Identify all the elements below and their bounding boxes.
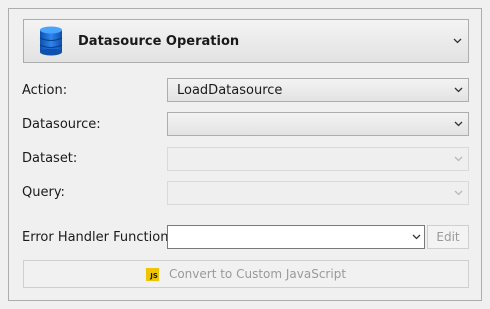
operation-header-dropdown[interactable]: Datasource Operation xyxy=(23,19,469,63)
convert-button-label: Convert to Custom JavaScript xyxy=(168,267,347,281)
dataset-select xyxy=(167,147,469,171)
dataset-label: Dataset: xyxy=(22,151,78,166)
chevron-down-icon xyxy=(448,182,468,204)
database-icon xyxy=(39,26,63,56)
action-label: Action: xyxy=(22,83,68,98)
edit-button[interactable]: Edit xyxy=(427,225,469,249)
action-value: LoadDatasource xyxy=(177,82,283,98)
chevron-down-icon xyxy=(448,148,468,170)
query-select xyxy=(167,181,469,205)
datasource-select[interactable] xyxy=(167,112,469,136)
chevron-down-icon[interactable] xyxy=(446,20,468,62)
javascript-icon: JS xyxy=(145,267,159,281)
operation-title: Datasource Operation xyxy=(78,33,240,49)
query-label: Query: xyxy=(22,185,65,200)
error-handler-combo[interactable] xyxy=(167,225,425,249)
error-handler-input[interactable] xyxy=(168,226,408,248)
error-handler-label: Error Handler Function: xyxy=(22,230,173,245)
chevron-down-icon xyxy=(448,79,468,101)
action-select[interactable]: LoadDatasource xyxy=(167,78,469,102)
convert-to-javascript-button[interactable]: JS Convert to Custom JavaScript xyxy=(23,260,469,288)
datasource-label: Datasource: xyxy=(22,117,101,132)
chevron-down-icon xyxy=(448,113,468,135)
chevron-down-icon[interactable] xyxy=(408,226,424,248)
datasource-operation-panel: Datasource Operation Action: LoadDatasou… xyxy=(8,8,482,301)
